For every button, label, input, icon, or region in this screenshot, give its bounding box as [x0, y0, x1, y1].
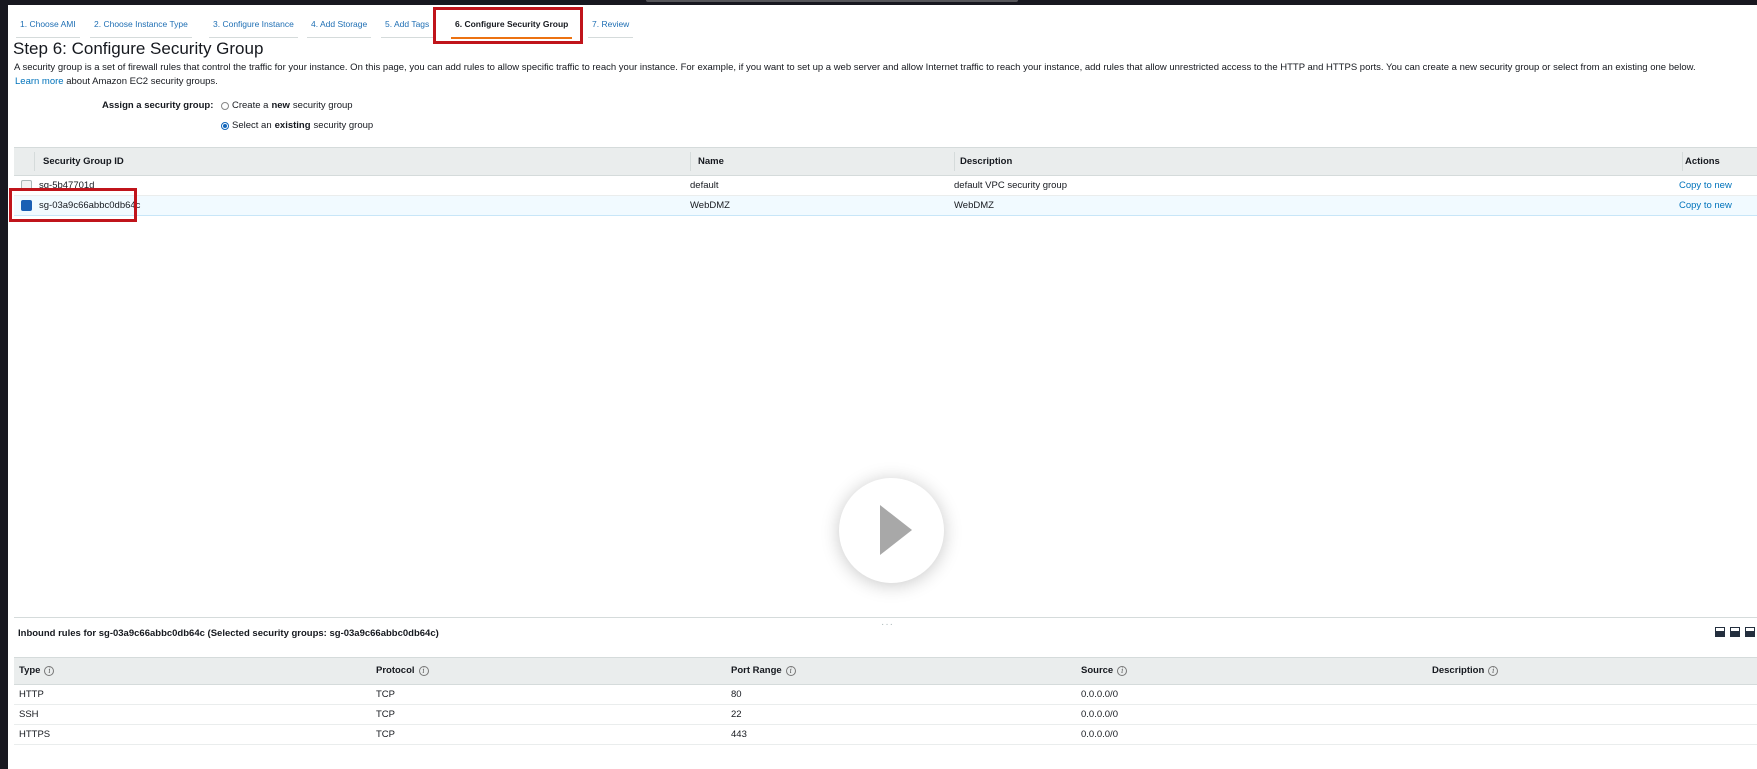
header-port-range: Port Range i [731, 658, 796, 684]
option-create-new[interactable]: Create a new security group [221, 100, 353, 111]
row-checkbox[interactable] [21, 180, 32, 191]
header-description-label: Description [1432, 665, 1485, 676]
tab-choose-instance-type[interactable]: 2. Choose Instance Type [90, 11, 192, 38]
row-name: WebDMZ [690, 200, 730, 211]
rule-type: SSH [19, 709, 39, 720]
play-button[interactable] [839, 478, 944, 583]
option-existing-post: security group [313, 120, 374, 131]
header-description: Description i [1432, 658, 1499, 684]
panel-layout-icon[interactable] [1730, 627, 1740, 637]
header-name[interactable]: Name [698, 148, 724, 175]
table-header: Security Group ID Name Description Actio… [14, 147, 1757, 176]
tab-configure-security-group[interactable]: 6. Configure Security Group [451, 11, 573, 39]
table-row: SSH TCP 22 0.0.0.0/0 [14, 705, 1757, 725]
table-row: HTTP TCP 80 0.0.0.0/0 [14, 685, 1757, 705]
inbound-rules-table: Type i Protocol i Port Range i Source i Desc… [14, 657, 1757, 745]
rule-type: HTTPS [19, 729, 51, 740]
header-protocol: Protocol i [376, 658, 429, 684]
header-type-label: Type [19, 665, 41, 676]
tab-add-tags[interactable]: 5. Add Tags [381, 11, 434, 38]
info-icon[interactable]: i [785, 666, 796, 676]
option-new-pre: Create a [232, 100, 269, 111]
resize-grip-icon[interactable]: ··· [881, 619, 894, 630]
table-row: HTTPS TCP 443 0.0.0.0/0 [14, 725, 1757, 745]
play-icon [880, 505, 912, 555]
panel-divider[interactable] [14, 617, 1757, 618]
learn-more-link[interactable]: Learn more [15, 76, 64, 87]
inbound-rules-title: Inbound rules for sg-03a9c66abbc0db64c (… [18, 628, 439, 639]
info-icon[interactable]: i [44, 666, 55, 676]
tab-review[interactable]: 7. Review [588, 11, 634, 38]
header-type: Type i [19, 658, 55, 684]
address-pill [646, 0, 1018, 2]
security-group-table: Security Group ID Name Description Actio… [14, 147, 1757, 216]
header-source: Source i [1081, 658, 1128, 684]
info-icon[interactable]: i [1488, 666, 1499, 676]
row-security-group-id: sg-5b47701d [39, 180, 95, 191]
option-select-existing[interactable]: Select an existing security group [221, 120, 373, 131]
radio-select-existing[interactable] [221, 121, 229, 130]
option-existing-bold: existing [274, 120, 311, 131]
column-separator [1682, 152, 1683, 171]
row-description: WebDMZ [954, 200, 994, 211]
copy-to-new-link[interactable]: Copy to new [1679, 176, 1732, 195]
row-security-group-id: sg-03a9c66abbc0db64c [39, 200, 141, 211]
info-icon[interactable]: i [1117, 666, 1128, 676]
rule-source: 0.0.0.0/0 [1081, 729, 1118, 740]
info-icon[interactable]: i [418, 666, 429, 676]
row-description: default VPC security group [954, 180, 1068, 191]
tab-choose-ami[interactable]: 1. Choose AMI [16, 11, 80, 38]
rule-port-range: 22 [731, 709, 742, 720]
learn-more-line: Learn more about Amazon EC2 security gro… [15, 75, 218, 89]
tab-configure-instance[interactable]: 3. Configure Instance [209, 11, 298, 38]
rule-protocol: TCP [376, 709, 395, 720]
row-checkbox[interactable] [21, 200, 32, 211]
rule-protocol: TCP [376, 689, 395, 700]
learn-more-suffix: about Amazon EC2 security groups. [66, 76, 218, 87]
radio-create-new[interactable] [221, 101, 229, 110]
header-protocol-label: Protocol [376, 665, 415, 676]
panel-layout-controls [1715, 627, 1755, 637]
header-actions: Actions [1685, 156, 1720, 167]
assign-label: Assign a security group: [102, 100, 214, 111]
panel-layout-icon[interactable] [1745, 627, 1755, 637]
column-separator [954, 152, 955, 171]
option-existing-pre: Select an [232, 120, 272, 131]
rule-type: HTTP [19, 689, 44, 700]
header-security-group-id[interactable]: Security Group ID [43, 148, 124, 175]
page-title: Step 6: Configure Security Group [13, 39, 264, 58]
rule-source: 0.0.0.0/0 [1081, 689, 1118, 700]
header-port-range-label: Port Range [731, 665, 782, 676]
table-row[interactable]: sg-03a9c66abbc0db64c WebDMZ WebDMZ Copy … [14, 196, 1757, 216]
option-new-post: security group [292, 100, 353, 111]
column-separator [34, 152, 35, 171]
step-description: A security group is a set of firewall ru… [14, 62, 1696, 73]
header-description[interactable]: Description [960, 148, 1012, 175]
row-name: default [690, 180, 719, 191]
rule-port-range: 80 [731, 689, 742, 700]
inbound-table-header: Type i Protocol i Port Range i Source i Desc… [14, 657, 1757, 685]
rule-port-range: 443 [731, 729, 747, 740]
rule-protocol: TCP [376, 729, 395, 740]
copy-to-new-link[interactable]: Copy to new [1679, 196, 1732, 215]
tab-add-storage[interactable]: 4. Add Storage [307, 11, 372, 38]
console-frame: 1. Choose AMI 2. Choose Instance Type 3.… [8, 5, 1757, 769]
header-source-label: Source [1081, 665, 1114, 676]
panel-layout-icon[interactable] [1715, 627, 1725, 637]
rule-source: 0.0.0.0/0 [1081, 709, 1118, 720]
option-new-bold: new [271, 100, 290, 111]
column-separator [690, 152, 691, 171]
table-row[interactable]: sg-5b47701d default default VPC security… [14, 176, 1757, 196]
